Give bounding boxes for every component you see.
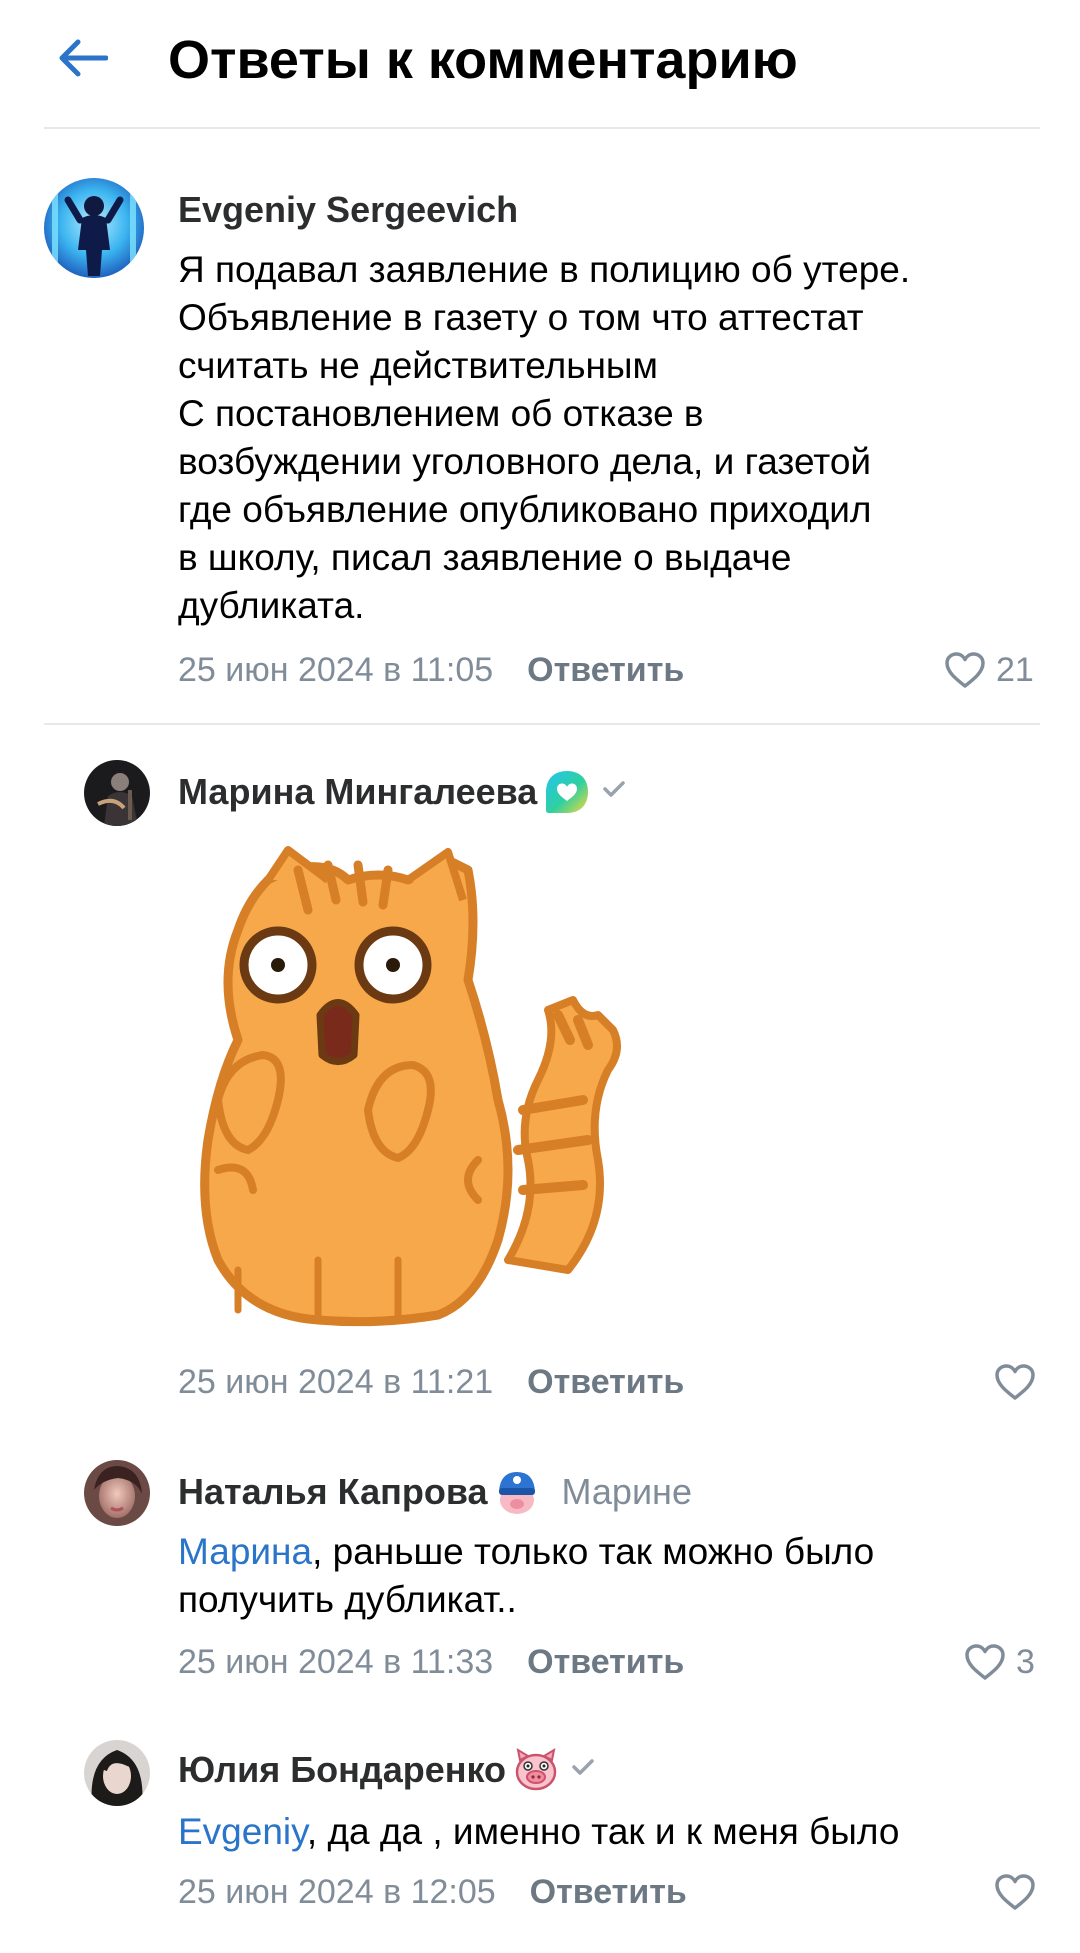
comment-meta: 25 июн 2024 в 11:05 Ответить	[178, 646, 684, 694]
verified-check-icon	[568, 1748, 598, 1792]
sticker-image[interactable]	[178, 840, 658, 1330]
reply-button[interactable]: Ответить	[527, 651, 684, 690]
comment-divider	[44, 723, 1040, 725]
like-button[interactable]	[994, 1868, 1036, 1916]
heart-icon	[994, 1873, 1036, 1911]
comment-text-line: дубликата.	[178, 585, 365, 626]
like-count: 21	[996, 650, 1034, 689]
verified-check-icon	[599, 770, 629, 814]
comment-meta: 25 июн 2024 в 11:21 Ответить	[178, 1358, 684, 1406]
like-button[interactable]: 3	[964, 1638, 1035, 1686]
comment-text-rest: , раньше только так можно было	[312, 1531, 875, 1572]
avatar[interactable]	[84, 1460, 150, 1526]
mention-link[interactable]: Марина	[178, 1531, 312, 1572]
comment-author[interactable]: Evgeniy Sergeevich	[178, 188, 524, 232]
reply-button[interactable]: Ответить	[530, 1873, 687, 1912]
comment-author[interactable]: Наталья Капрова Марине	[178, 1468, 692, 1516]
avatar[interactable]	[84, 1740, 150, 1806]
heart-badge-icon	[543, 768, 591, 816]
comment-text-line: в школу, писал заявление о выдаче	[178, 537, 792, 578]
comment-author[interactable]: Марина Мингалеева	[178, 768, 629, 816]
page-title: Ответы к комментарию	[168, 30, 798, 90]
comment-author[interactable]: Юлия Бондаренко	[178, 1748, 598, 1792]
heart-icon	[994, 1363, 1036, 1401]
reply-button[interactable]: Ответить	[527, 1363, 684, 1402]
heart-icon	[964, 1643, 1006, 1681]
avatar[interactable]	[44, 178, 144, 278]
mascot-badge-icon	[494, 1468, 540, 1516]
mention-link[interactable]: Evgeniy	[178, 1811, 307, 1852]
comment-text-line: где объявление опубликовано приходил	[178, 489, 872, 530]
reply-button[interactable]: Ответить	[527, 1643, 684, 1682]
top-bar: Ответы к комментарию	[0, 0, 1080, 130]
header-divider	[44, 127, 1040, 129]
comment-text-line: С постановлением об отказе в	[178, 393, 704, 434]
like-button[interactable]	[994, 1358, 1036, 1406]
comment-text-line: Evgeniy, да да , именно так и к меня был…	[178, 1808, 899, 1856]
like-count: 3	[1016, 1642, 1035, 1681]
avatar[interactable]	[84, 760, 150, 826]
shocked-cat-sticker-icon	[178, 846, 658, 1334]
comment-text-line: Я подавал заявление в полицию об утере.	[178, 249, 911, 290]
comment-date: 25 июн 2024 в 12:05	[178, 1872, 496, 1911]
comment-text-line: получить дубликат..	[178, 1579, 517, 1620]
comment-date: 25 июн 2024 в 11:33	[178, 1642, 494, 1681]
arrow-left-icon	[56, 38, 109, 83]
heart-icon	[944, 651, 986, 689]
comment-text-rest: , да да , именно так и к меня было	[306, 1811, 900, 1852]
like-button[interactable]: 21	[944, 646, 1034, 694]
comment-date: 25 июн 2024 в 11:05	[178, 650, 494, 689]
comment-text-line: Объявление в газету о том что аттестат	[178, 297, 864, 338]
comment-date: 25 июн 2024 в 11:21	[178, 1362, 494, 1401]
back-button[interactable]	[40, 22, 124, 98]
comment-meta: 25 июн 2024 в 11:33 Ответить	[178, 1638, 684, 1686]
comment-text-line: Марина, раньше только так можно было	[178, 1528, 874, 1576]
comment-meta: 25 июн 2024 в 12:05 Ответить	[178, 1868, 687, 1916]
comment-text-line: возбуждении уголовного дела, и газетой	[178, 441, 872, 482]
pig-badge-icon	[512, 1748, 560, 1792]
reply-to-addressee[interactable]: Марине	[562, 1470, 692, 1514]
comment-text-line: считать не действительным	[178, 345, 658, 386]
